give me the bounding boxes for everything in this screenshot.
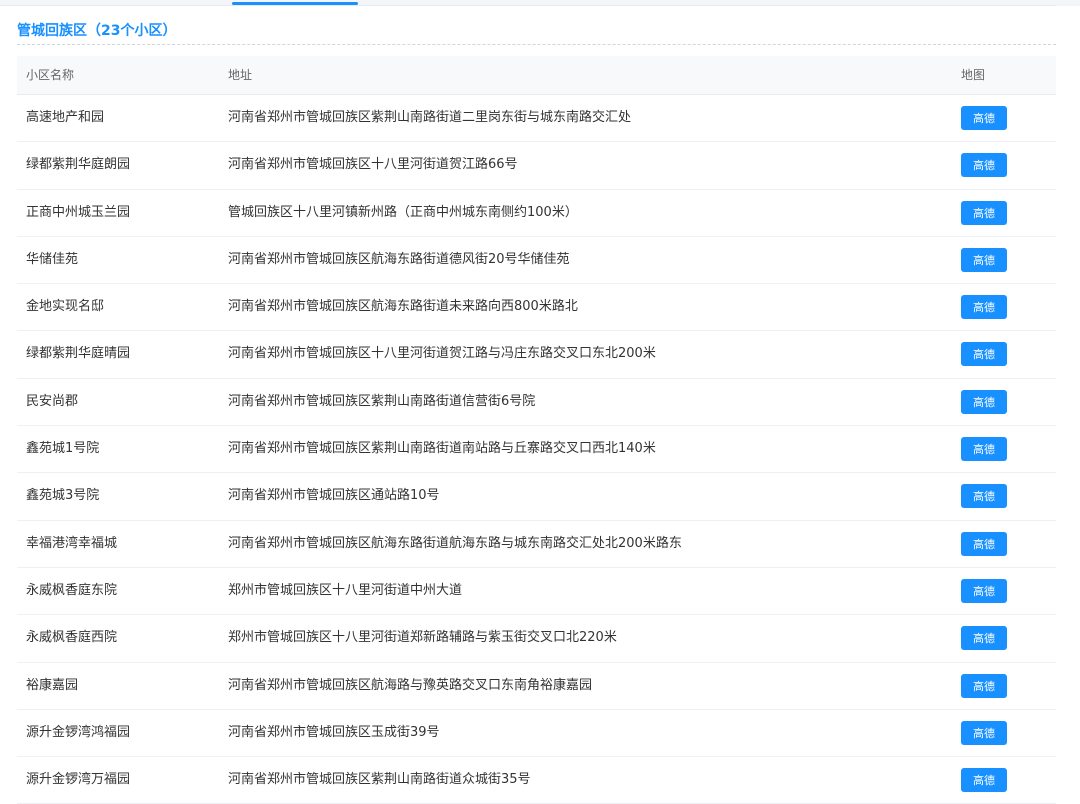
community-address: 河南省郑州市管城回族区十八里河街道贺江路66号 xyxy=(228,157,518,173)
community-name: 鑫苑城1号院 xyxy=(26,441,100,457)
community-address: 河南省郑州市管城回族区十八里河街道贺江路与冯庄东路交叉口东北200米 xyxy=(228,346,656,362)
community-name: 华储佳苑 xyxy=(26,251,79,267)
amap-button[interactable]: 高德 xyxy=(961,342,1007,367)
community-address: 河南省郑州市管城回族区航海东路街道德风街20号华储佳苑 xyxy=(228,251,570,267)
amap-button[interactable]: 高德 xyxy=(961,578,1007,603)
amap-button[interactable]: 高德 xyxy=(961,389,1007,414)
header-map: 地图 xyxy=(961,68,986,82)
amap-button[interactable]: 高德 xyxy=(961,247,1007,272)
table-row: 华储佳苑 河南省郑州市管城回族区航海东路街道德风街20号华储佳苑 高德 xyxy=(17,237,1056,285)
table-row: 绿都紫荆华庭晴园 河南省郑州市管城回族区十八里河街道贺江路与冯庄东路交叉口东北20… xyxy=(17,331,1056,379)
table-row: 正商中州城玉兰园 管城回族区十八里河镇新州路（正商中州城东南侧约100米） 高德 xyxy=(17,190,1056,237)
community-address: 河南省郑州市管城回族区通站路10号 xyxy=(228,488,440,504)
community-address: 管城回族区十八里河镇新州路（正商中州城东南侧约100米） xyxy=(228,204,578,220)
community-address: 河南省郑州市管城回族区紫荆山南路街道南站路与丘寨路交叉口西北140米 xyxy=(228,441,656,457)
amap-button[interactable]: 高德 xyxy=(961,531,1007,556)
community-address: 郑州市管城回族区十八里河街道郑新路辅路与紫玉街交叉口北220米 xyxy=(228,630,617,646)
amap-button[interactable]: 高德 xyxy=(961,768,1007,793)
tab-bar xyxy=(0,0,1056,6)
community-name: 民安尚郡 xyxy=(26,393,79,409)
table-row: 永威枫香庭西院 郑州市管城回族区十八里河街道郑新路辅路与紫玉街交叉口北220米 高德 xyxy=(17,615,1056,663)
header-name: 小区名称 xyxy=(26,68,75,82)
community-name: 正商中州城玉兰园 xyxy=(26,204,131,220)
table-body: 高速地产和园 河南省郑州市管城回族区紫荆山南路街道二里岗东街与城东南路交汇处 高德绿… xyxy=(17,95,1056,804)
community-name: 鑫苑城3号院 xyxy=(26,488,100,504)
amap-button[interactable]: 高德 xyxy=(961,106,1007,130)
table-row: 鑫苑城3号院 河南省郑州市管城回族区通站路10号 高德 xyxy=(17,473,1056,521)
amap-button[interactable]: 高德 xyxy=(961,437,1007,462)
community-address: 郑州市管城回族区十八里河街道中州大道 xyxy=(228,582,463,598)
community-address: 河南省郑州市管城回族区航海路与豫英路交叉口东南角裕康嘉园 xyxy=(228,677,593,693)
table-row: 源升金锣湾鸿福园 河南省郑州市管城回族区玉成街39号 高德 xyxy=(17,710,1056,758)
active-tab-indicator xyxy=(232,2,358,5)
amap-button[interactable]: 高德 xyxy=(961,673,1007,698)
amap-button[interactable]: 高德 xyxy=(961,626,1007,651)
amap-button[interactable]: 高德 xyxy=(961,720,1007,745)
community-address: 河南省郑州市管城回族区紫荆山南路街道信营街6号院 xyxy=(228,393,536,409)
amap-button[interactable]: 高德 xyxy=(961,153,1007,178)
title-divider xyxy=(17,44,1056,45)
community-name: 裕康嘉园 xyxy=(26,677,79,693)
table-row: 金地实现名邸 河南省郑州市管城回族区航海东路街道未来路向西800米路北 高德 xyxy=(17,284,1056,332)
community-name: 绿都紫荆华庭晴园 xyxy=(26,346,131,362)
community-name: 幸福港湾幸福城 xyxy=(26,535,118,551)
community-address: 河南省郑州市管城回族区紫荆山南路街道众城街35号 xyxy=(228,772,531,788)
table-row: 高速地产和园 河南省郑州市管城回族区紫荆山南路街道二里岗东街与城东南路交汇处 高德 xyxy=(17,95,1056,143)
community-address: 河南省郑州市管城回族区玉成街39号 xyxy=(228,724,440,740)
amap-button[interactable]: 高德 xyxy=(961,200,1007,225)
header-address: 地址 xyxy=(228,68,253,82)
table-row: 永威枫香庭东院 郑州市管城回族区十八里河街道中州大道 高德 xyxy=(17,568,1056,616)
community-address: 河南省郑州市管城回族区紫荆山南路街道二里岗东街与城东南路交汇处 xyxy=(228,110,632,125)
community-name: 绿都紫荆华庭朗园 xyxy=(26,157,131,173)
table-header: 小区名称 地址 地图 xyxy=(17,56,1056,95)
table-row: 鑫苑城1号院 河南省郑州市管城回族区紫荆山南路街道南站路与丘寨路交叉口西北140米… xyxy=(17,426,1056,474)
community-table: 小区名称 地址 地图 高速地产和园 河南省郑州市管城回族区紫荆山南路街道二里岗东街… xyxy=(17,56,1056,804)
community-name: 永威枫香庭西院 xyxy=(26,630,118,646)
community-address: 河南省郑州市管城回族区航海东路街道航海东路与城东南路交汇处北200米路东 xyxy=(228,535,682,551)
community-name: 高速地产和园 xyxy=(26,110,105,125)
section-title: 管城回族区（23个小区） xyxy=(17,23,177,39)
table-row: 源升金锣湾万福园 河南省郑州市管城回族区紫荆山南路街道众城街35号 高德 xyxy=(17,757,1056,804)
amap-button[interactable]: 高德 xyxy=(961,484,1007,509)
community-name: 源升金锣湾万福园 xyxy=(26,772,131,788)
table-row: 民安尚郡 河南省郑州市管城回族区紫荆山南路街道信营街6号院 高德 xyxy=(17,379,1056,427)
community-name: 金地实现名邸 xyxy=(26,299,105,315)
community-name: 永威枫香庭东院 xyxy=(26,582,118,598)
table-row: 绿都紫荆华庭朗园 河南省郑州市管城回族区十八里河街道贺江路66号 高德 xyxy=(17,142,1056,190)
amap-button[interactable]: 高德 xyxy=(961,295,1007,320)
table-row: 裕康嘉园 河南省郑州市管城回族区航海路与豫英路交叉口东南角裕康嘉园 高德 xyxy=(17,663,1056,710)
table-row: 幸福港湾幸福城 河南省郑州市管城回族区航海东路街道航海东路与城东南路交汇处北200… xyxy=(17,521,1056,568)
community-address: 河南省郑州市管城回族区航海东路街道未来路向西800米路北 xyxy=(228,299,578,315)
community-name: 源升金锣湾鸿福园 xyxy=(26,724,131,740)
